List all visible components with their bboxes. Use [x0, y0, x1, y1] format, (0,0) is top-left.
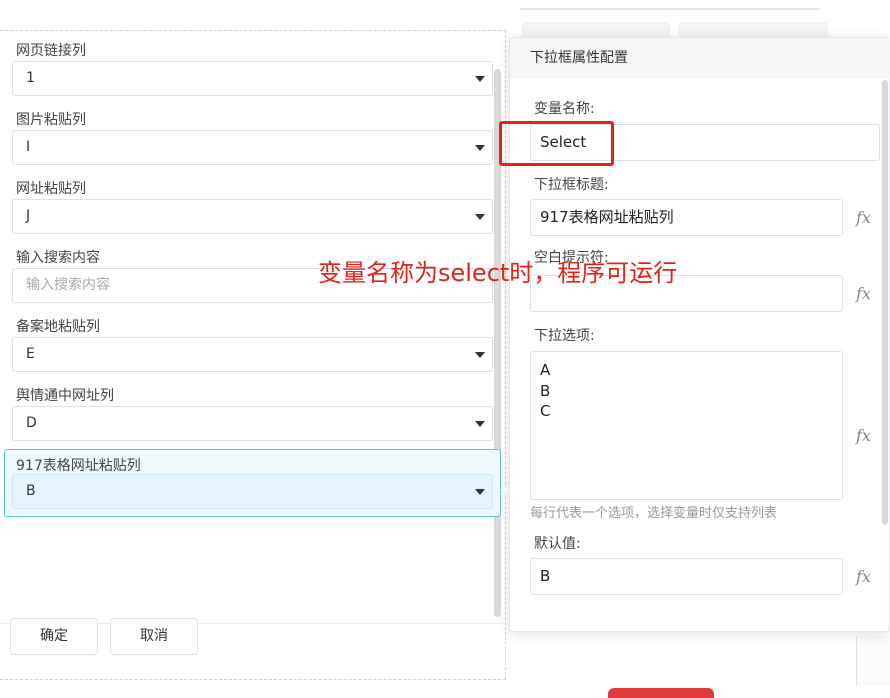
fx-icon[interactable]: fx [856, 426, 871, 445]
default-value-label: 默认值: [534, 536, 581, 552]
option-line: A [540, 361, 551, 379]
options-hint: 每行代表一个选项，选择变量时仅支持列表 [530, 506, 778, 521]
popover-scrollbar[interactable] [882, 80, 888, 525]
annotation-highlight-box [499, 121, 614, 166]
dropdown-title-label: 下拉框标题: [534, 177, 609, 193]
select-image-paste[interactable]: I [12, 130, 493, 165]
select-value: 1 [26, 70, 35, 86]
field-label-sentiment-url: 舆情通中网址列 [16, 388, 114, 404]
red-tab-partial[interactable] [608, 688, 714, 698]
caret-down-icon [475, 145, 485, 151]
cancel-button[interactable]: 取消 [110, 618, 198, 655]
caret-down-icon [475, 214, 485, 220]
options-textarea[interactable]: A B C [530, 351, 843, 500]
select-value: B [26, 483, 36, 499]
default-value-input[interactable]: B [530, 558, 843, 595]
var-name-label: 变量名称: [534, 101, 595, 117]
fx-icon[interactable]: fx [856, 567, 871, 586]
select-webpage-link[interactable]: 1 [12, 61, 493, 96]
options-label: 下拉选项: [534, 328, 595, 344]
fx-icon[interactable]: fx [856, 208, 871, 227]
default-value: B [540, 567, 551, 585]
select-value: J [26, 208, 31, 224]
search-content-placeholder: 输入搜索内容 [26, 277, 110, 293]
selected-form-item[interactable]: 917表格网址粘贴列 B [4, 449, 501, 517]
field-label-webpage-link: 网页链接列 [16, 43, 86, 59]
field-label-url-paste: 网址粘贴列 [16, 181, 86, 197]
top-tab-underline [520, 8, 820, 10]
dropdown-title-input[interactable]: 917表格网址粘贴列 [530, 199, 843, 236]
select-url-paste[interactable]: J [12, 199, 493, 234]
select-value: D [26, 415, 37, 431]
dropdown-title-value: 917表格网址粘贴列 [540, 208, 674, 226]
field-label-917-url-paste: 917表格网址粘贴列 [16, 458, 141, 474]
popover-title: 下拉框属性配置 [510, 38, 890, 78]
caret-down-icon [475, 421, 485, 427]
field-label-registration-paste: 备案地粘贴列 [16, 319, 100, 335]
right-edge-panel [856, 636, 890, 686]
select-value: I [26, 139, 31, 155]
confirm-button[interactable]: 确定 [10, 618, 98, 655]
field-label-search-content: 输入搜索内容 [16, 250, 100, 266]
fx-icon[interactable]: fx [856, 284, 871, 303]
caret-down-icon [475, 352, 485, 358]
select-917-url-paste[interactable]: B [12, 474, 493, 509]
annotation-text: 变量名称为select时，程序可运行 [318, 259, 678, 287]
option-line: B [540, 381, 551, 400]
option-line: C [540, 402, 551, 420]
select-sentiment-url[interactable]: D [12, 406, 493, 441]
select-value: E [26, 346, 35, 362]
field-label-image-paste: 图片粘贴列 [16, 112, 86, 128]
form-panel: 网页链接列 1 图片粘贴列 I 网址粘贴列 J 输入搜索内容 输入搜索内容 备案… [0, 30, 506, 680]
select-registration-paste[interactable]: E [12, 337, 493, 372]
caret-down-icon [475, 76, 485, 82]
caret-down-icon [475, 489, 485, 495]
